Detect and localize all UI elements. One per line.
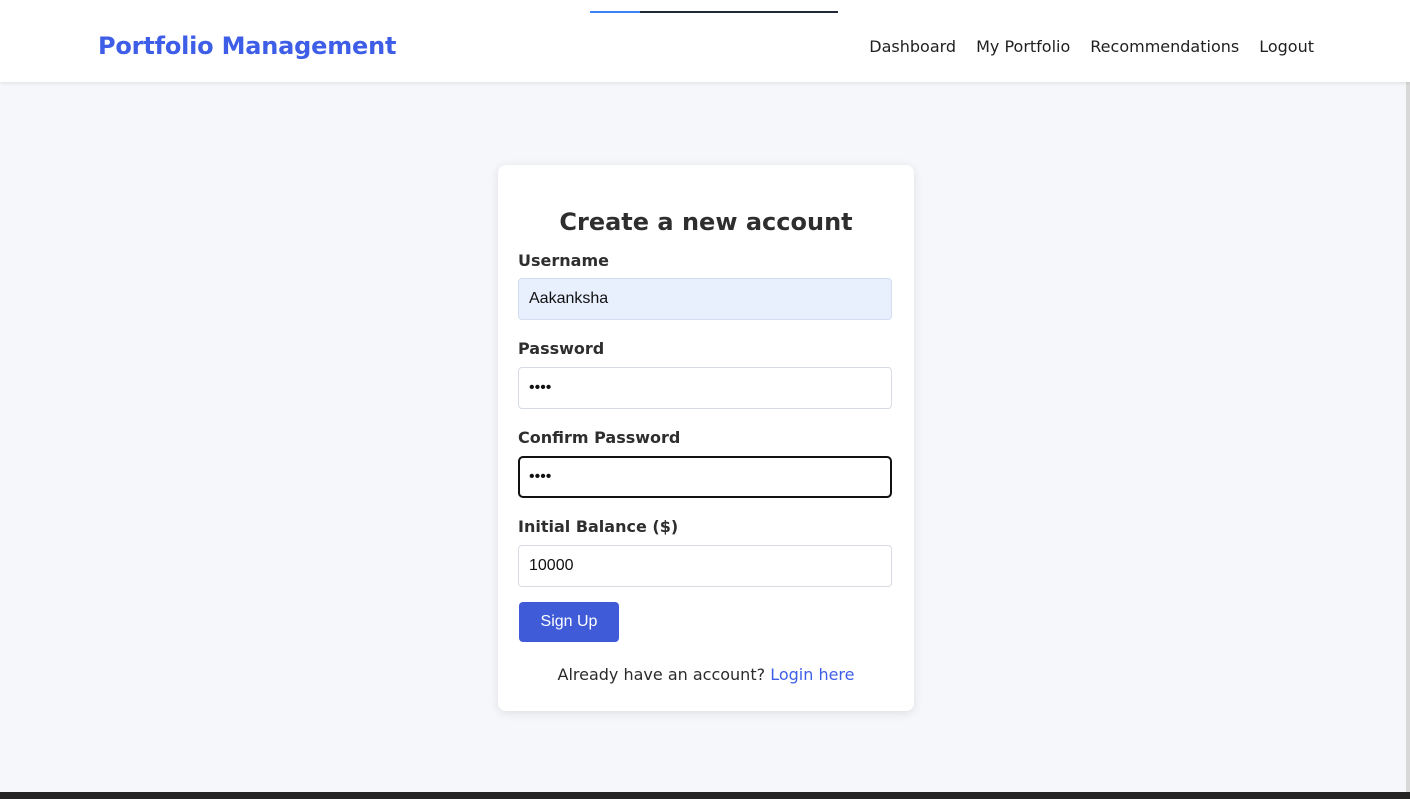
signup-title: Create a new account — [559, 208, 853, 237]
right-scrollbar[interactable] — [1406, 0, 1410, 793]
confirm-password-input[interactable] — [518, 456, 892, 498]
loading-progress-fill — [590, 11, 640, 13]
initial-balance-label: Initial Balance ($) — [518, 517, 679, 536]
brand-title[interactable]: Portfolio Management — [98, 31, 396, 61]
nav-recommendations[interactable]: Recommendations — [1090, 35, 1239, 59]
username-input[interactable] — [518, 278, 892, 320]
signup-page: Portfolio Management Dashboard My Portfo… — [0, 0, 1410, 799]
login-prompt-text: Already have an account? — [557, 665, 766, 684]
username-label: Username — [518, 251, 609, 270]
nav-dashboard[interactable]: Dashboard — [869, 35, 956, 59]
initial-balance-input[interactable] — [518, 545, 892, 587]
signup-card: Create a new account Username Password C… — [498, 165, 914, 711]
password-input[interactable] — [518, 367, 892, 409]
login-link[interactable]: Login here — [770, 665, 854, 684]
login-prompt-line: Already have an account? Login here — [498, 663, 914, 687]
nav-my-portfolio[interactable]: My Portfolio — [976, 35, 1070, 59]
footer-strip — [0, 792, 1410, 799]
confirm-password-label: Confirm Password — [518, 428, 681, 447]
nav-logout[interactable]: Logout — [1259, 35, 1314, 59]
loading-progress-bar — [590, 11, 838, 13]
sign-up-button[interactable]: Sign Up — [519, 602, 619, 642]
main-navigation: Dashboard My Portfolio Recommendations L… — [869, 35, 1314, 59]
password-label: Password — [518, 339, 605, 358]
